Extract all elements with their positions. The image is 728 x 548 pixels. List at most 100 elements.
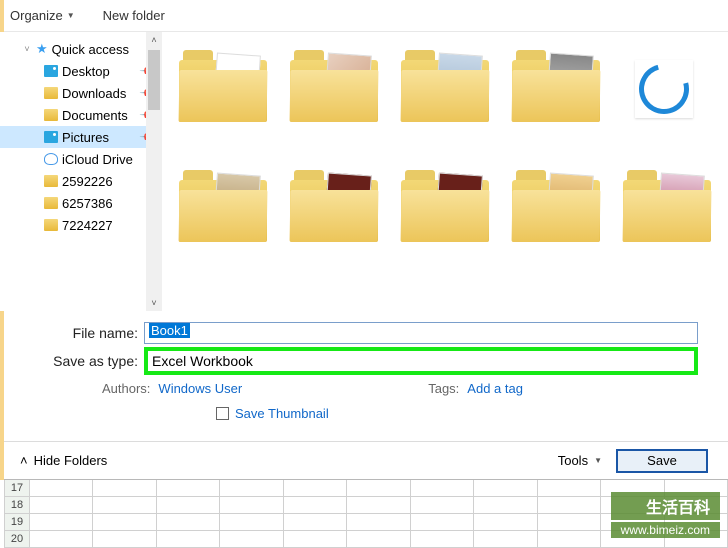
file-name-input[interactable]: Book1: [144, 322, 698, 344]
cell[interactable]: [284, 497, 347, 514]
cell[interactable]: [347, 497, 410, 514]
tools-label: Tools: [558, 453, 588, 468]
sidebar-item-label: Documents: [62, 108, 128, 123]
save-as-type-value: Excel Workbook: [152, 353, 253, 369]
watermark-url: www.bimeiz.com: [611, 522, 720, 538]
cell[interactable]: [30, 480, 93, 497]
folder-item[interactable]: [401, 164, 489, 242]
folder-item[interactable]: [179, 164, 267, 242]
folder-item[interactable]: [179, 44, 267, 122]
new-folder-label: New folder: [103, 8, 165, 23]
cell[interactable]: [30, 497, 93, 514]
folder-item[interactable]: [623, 164, 711, 242]
row-header[interactable]: 19: [4, 514, 30, 531]
authors-value[interactable]: Windows User: [158, 381, 242, 396]
save-thumbnail-checkbox[interactable]: [216, 407, 229, 420]
organize-menu[interactable]: Organize ▼: [10, 8, 75, 23]
hide-folders-button[interactable]: ˄ Hide Folders: [20, 453, 107, 468]
scroll-down-icon[interactable]: ˅: [146, 295, 162, 311]
folder-item[interactable]: [290, 164, 378, 242]
cell[interactable]: [411, 497, 474, 514]
folder-item[interactable]: [290, 44, 378, 122]
chevron-down-icon: ˅: [22, 44, 32, 54]
dialog-toolbar: Organize ▼ New folder: [0, 0, 728, 32]
cell[interactable]: [347, 480, 410, 497]
tags-label: Tags:: [428, 381, 459, 396]
cell[interactable]: [157, 531, 220, 548]
cell[interactable]: [220, 480, 283, 497]
cell[interactable]: [93, 497, 156, 514]
folder-item[interactable]: [512, 164, 600, 242]
cell[interactable]: [411, 531, 474, 548]
cell[interactable]: [93, 480, 156, 497]
sidebar-item-folder[interactable]: 6257386: [0, 192, 162, 214]
scroll-thumb[interactable]: [148, 50, 160, 110]
star-icon: ★: [36, 41, 48, 57]
cell[interactable]: [220, 514, 283, 531]
sidebar-item-label: 2592226: [62, 174, 113, 189]
cell[interactable]: [157, 480, 220, 497]
cell[interactable]: [474, 480, 537, 497]
row-header[interactable]: 20: [4, 531, 30, 548]
cell[interactable]: [157, 514, 220, 531]
new-folder-button[interactable]: New folder: [103, 8, 165, 23]
folder-icon: [44, 175, 58, 187]
downloads-icon: [44, 87, 58, 99]
cell[interactable]: [157, 497, 220, 514]
tools-menu[interactable]: Tools ▼: [558, 453, 602, 468]
cell[interactable]: [538, 497, 601, 514]
cell[interactable]: [220, 497, 283, 514]
cell[interactable]: [474, 531, 537, 548]
sidebar-item-documents[interactable]: Documents 📌: [0, 104, 162, 126]
sidebar-item-desktop[interactable]: Desktop 📌: [0, 60, 162, 82]
cell[interactable]: [411, 514, 474, 531]
cell[interactable]: [538, 531, 601, 548]
save-as-type-select[interactable]: Excel Workbook: [144, 347, 698, 375]
row-header[interactable]: 17: [4, 480, 30, 497]
documents-icon: [44, 109, 58, 121]
cell[interactable]: [93, 514, 156, 531]
folder-icon: [44, 197, 58, 209]
quick-access-label: Quick access: [52, 42, 129, 57]
quick-access-node[interactable]: ˅ ★ Quick access: [0, 38, 162, 60]
cell[interactable]: [30, 531, 93, 548]
desktop-icon: [44, 65, 58, 77]
organize-label: Organize: [10, 8, 63, 23]
cell[interactable]: [474, 497, 537, 514]
folder-item[interactable]: [401, 44, 489, 122]
save-button[interactable]: Save: [616, 449, 708, 473]
cell[interactable]: [538, 514, 601, 531]
folder-item-ie[interactable]: [623, 44, 711, 122]
chevron-up-icon: ˄: [20, 453, 28, 468]
folder-item[interactable]: [512, 44, 600, 122]
sidebar-item-label: Desktop: [62, 64, 110, 79]
tags-value[interactable]: Add a tag: [467, 381, 523, 396]
dialog-main: ˅ ★ Quick access Desktop 📌 Downloads 📌 D…: [0, 32, 728, 311]
watermark-title: 生活百科: [611, 492, 720, 520]
cell[interactable]: [474, 514, 537, 531]
row-header[interactable]: 18: [4, 497, 30, 514]
cell[interactable]: [411, 480, 474, 497]
cell[interactable]: [347, 514, 410, 531]
cell[interactable]: [347, 531, 410, 548]
sidebar-item-pictures[interactable]: Pictures 📌: [0, 126, 162, 148]
cell[interactable]: [284, 531, 347, 548]
scroll-up-icon[interactable]: ˄: [146, 32, 162, 48]
sidebar-item-folder[interactable]: 7224227: [0, 214, 162, 236]
cell[interactable]: [284, 480, 347, 497]
cell[interactable]: [284, 514, 347, 531]
save-thumbnail-label: Save Thumbnail: [235, 406, 329, 421]
cell[interactable]: [538, 480, 601, 497]
cell[interactable]: [93, 531, 156, 548]
sidebar-scrollbar[interactable]: ˄ ˅: [146, 32, 162, 311]
save-as-type-label: Save as type:: [30, 353, 144, 369]
sidebar-item-downloads[interactable]: Downloads 📌: [0, 82, 162, 104]
sidebar-item-icloud[interactable]: iCloud Drive: [0, 148, 162, 170]
save-as-dialog: Organize ▼ New folder ˅ ★ Quick access D…: [0, 0, 728, 480]
cell[interactable]: [220, 531, 283, 548]
navigation-sidebar: ˅ ★ Quick access Desktop 📌 Downloads 📌 D…: [0, 32, 162, 311]
cell[interactable]: [30, 514, 93, 531]
sidebar-item-label: 6257386: [62, 196, 113, 211]
sidebar-item-folder[interactable]: 2592226: [0, 170, 162, 192]
watermark: 生活百科 www.bimeiz.com: [611, 492, 720, 538]
